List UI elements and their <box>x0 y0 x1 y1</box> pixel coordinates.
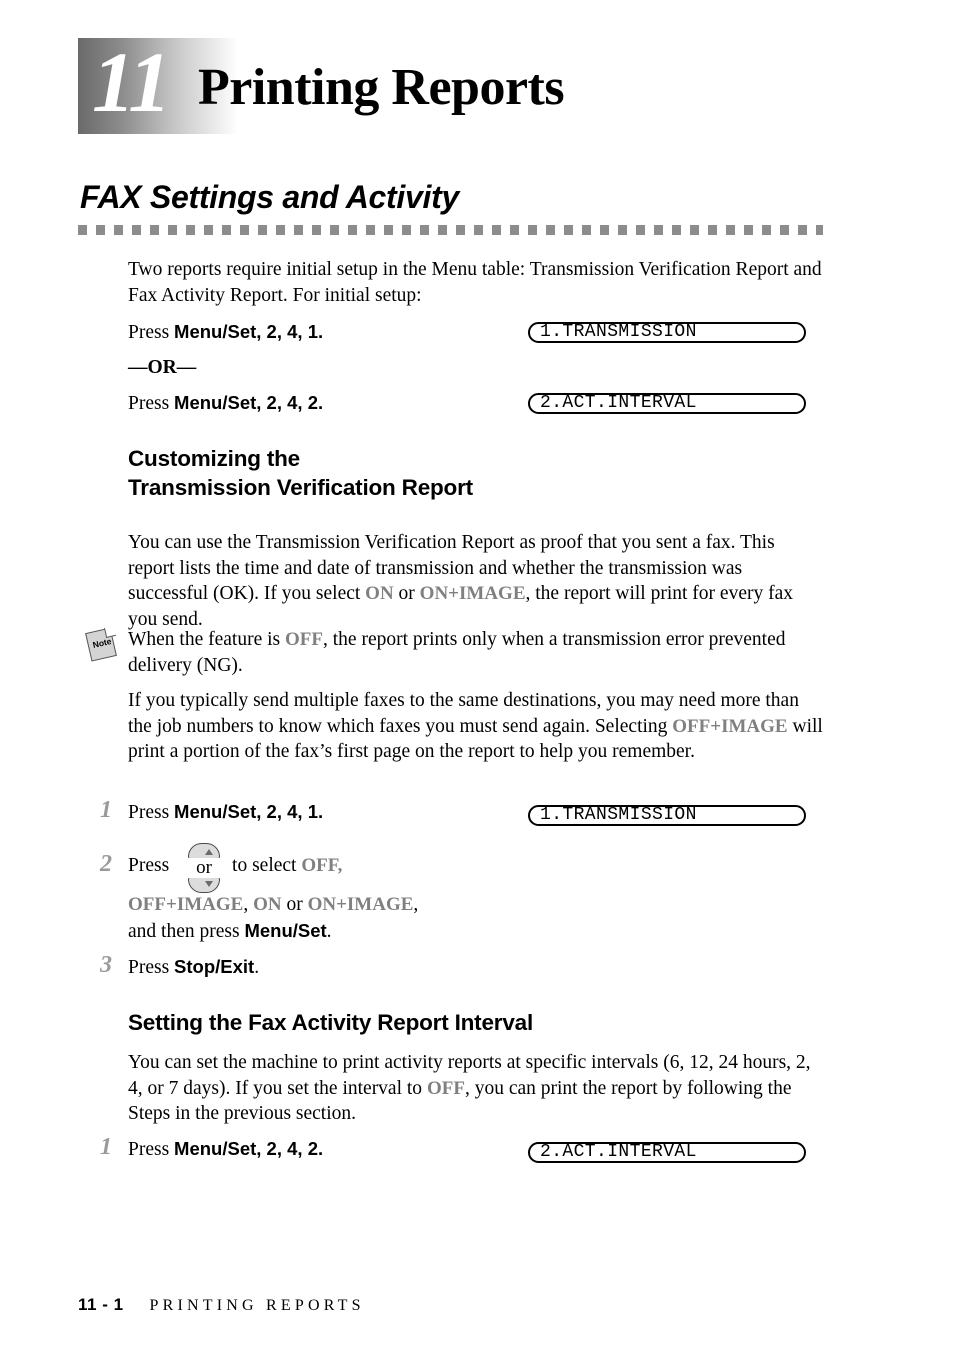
menu-set-key-1: Menu/Set <box>174 321 257 342</box>
section-heading: FAX Settings and Activity <box>80 179 459 215</box>
step-3-stop-exit-key: Stop/Exit <box>174 956 255 977</box>
arrow-down-key-cap[interactable] <box>188 876 220 893</box>
footer-running-title: PRINTING REPORTS <box>149 1297 365 1314</box>
subsection-1-body-part-2: or <box>393 583 420 604</box>
subsection-1-heading-line-1: Customizing the <box>128 446 300 471</box>
intro-paragraph: Two reports require initial setup in the… <box>128 259 822 306</box>
option-on-step2: ON <box>253 894 282 915</box>
option-off-step2: OFF, <box>301 855 343 876</box>
subsection-1-body: You can use the Transmission Verificatio… <box>128 530 826 632</box>
or-divider-block: —OR— <box>128 355 828 381</box>
option-off-image: OFF+IMAGE <box>672 715 788 737</box>
document-page: 11 Printing Reports FAX Settings and Act… <box>0 0 954 1352</box>
step-2-text-line-1: Press to select OFF, <box>128 853 828 879</box>
arrow-down-icon <box>205 881 213 887</box>
press-label-2: Press <box>128 393 170 414</box>
chapter-number: 11 <box>92 34 171 130</box>
subsection-2-heading: Setting the Fax Activity Report Interval <box>128 1010 533 1035</box>
option-on-image-step2: ON+IMAGE <box>307 894 414 915</box>
step-3-press-label: Press <box>128 957 170 978</box>
or-divider: —OR— <box>128 357 197 378</box>
lcd-text-transmission-step: 1.TRANSMISSION <box>540 805 697 825</box>
option-on: ON <box>365 583 394 604</box>
footer-page-number: 11 - 1 <box>78 1295 124 1314</box>
multi-fax-paragraph: If you typically send multiple faxes to … <box>128 688 826 765</box>
step-1-keys: , 2, 4, 1. <box>256 801 324 822</box>
note-icon: Note <box>85 626 120 662</box>
step-2-menu-set-key: Menu/Set <box>244 920 327 941</box>
subsection-1-heading-line-2: Transmission Verification Report <box>128 475 473 500</box>
lcd-display-transmission-step: 1.TRANSMISSION <box>528 805 806 826</box>
press-keys-1: , 2, 4, 1. <box>256 321 324 342</box>
step-2-press-label: Press <box>128 855 170 876</box>
option-off-subsection-2: OFF <box>426 1077 465 1099</box>
subsection-2-step-number: 1 <box>100 1134 112 1160</box>
step-3-period: . <box>254 957 260 978</box>
option-off-note: OFF <box>285 629 324 650</box>
press-keys-2: , 2, 4, 2. <box>256 392 324 413</box>
option-on-image: ON+IMAGE <box>419 583 526 604</box>
lcd-text-transmission: 1.TRANSMISSION <box>540 322 697 342</box>
intro-paragraph-block: Two reports require initial setup in the… <box>128 257 828 308</box>
subsection-2-menu-set-key: Menu/Set <box>174 1138 257 1159</box>
step-2-text-line-3: and then press Menu/Set. <box>128 918 828 945</box>
arrow-up-icon <box>205 849 213 855</box>
step-1-menu-set-key: Menu/Set <box>174 801 257 822</box>
subsection-1-body-block: You can use the Transmission Verificatio… <box>128 530 826 632</box>
up-down-arrow-key-icon[interactable]: or <box>184 843 224 893</box>
note-block: When the feature is OFF, the report prin… <box>128 627 826 678</box>
step-2-comma-1: , <box>243 894 254 915</box>
step-2-or-label: or <box>281 894 308 915</box>
step-2-period: . <box>326 921 332 942</box>
step-number-1: 1 <box>100 797 112 823</box>
dashed-rule-divider <box>78 225 823 235</box>
lcd-text-act-interval-step: 2.ACT.INTERVAL <box>540 1142 697 1162</box>
subsection-2-keys: , 2, 4, 2. <box>256 1138 324 1159</box>
option-off-image-step2: OFF+IMAGE <box>128 894 244 915</box>
multi-fax-paragraph-block: If you typically send multiple faxes to … <box>128 688 826 765</box>
press-label-1: Press <box>128 322 170 343</box>
lcd-display-transmission: 1.TRANSMISSION <box>528 322 806 343</box>
page-footer: 11 - 1 PRINTING REPORTS <box>78 1295 365 1315</box>
page-title: Printing Reports <box>198 59 565 116</box>
lcd-display-act-interval: 2.ACT.INTERVAL <box>528 393 806 414</box>
step-2-comma-2: , <box>413 894 419 915</box>
arrow-key-or-label: or <box>184 858 224 878</box>
step-2-mid-label: to select <box>232 855 302 876</box>
step-number-3: 3 <box>100 952 112 978</box>
menu-set-key-2: Menu/Set <box>174 392 257 413</box>
step-3-text: Press Stop/Exit. <box>128 954 828 981</box>
subsection-2-body-block: You can set the machine to print activit… <box>128 1050 826 1127</box>
note-text-part-1: When the feature is <box>128 629 286 650</box>
lcd-display-act-interval-step: 2.ACT.INTERVAL <box>528 1142 806 1163</box>
subsection-2-press-label: Press <box>128 1139 170 1160</box>
chapter-header: 11 Printing Reports <box>78 34 838 138</box>
lcd-text-act-interval: 2.ACT.INTERVAL <box>540 393 697 413</box>
step-1-press-label: Press <box>128 802 170 823</box>
subsection-2-body: You can set the machine to print activit… <box>128 1050 826 1127</box>
step-number-2: 2 <box>100 851 112 877</box>
step-2-then-label: and then press <box>128 921 245 942</box>
step-2-text-line-2: OFF+IMAGE, ON or ON+IMAGE, <box>128 892 828 918</box>
note-text: When the feature is OFF, the report prin… <box>128 627 826 678</box>
